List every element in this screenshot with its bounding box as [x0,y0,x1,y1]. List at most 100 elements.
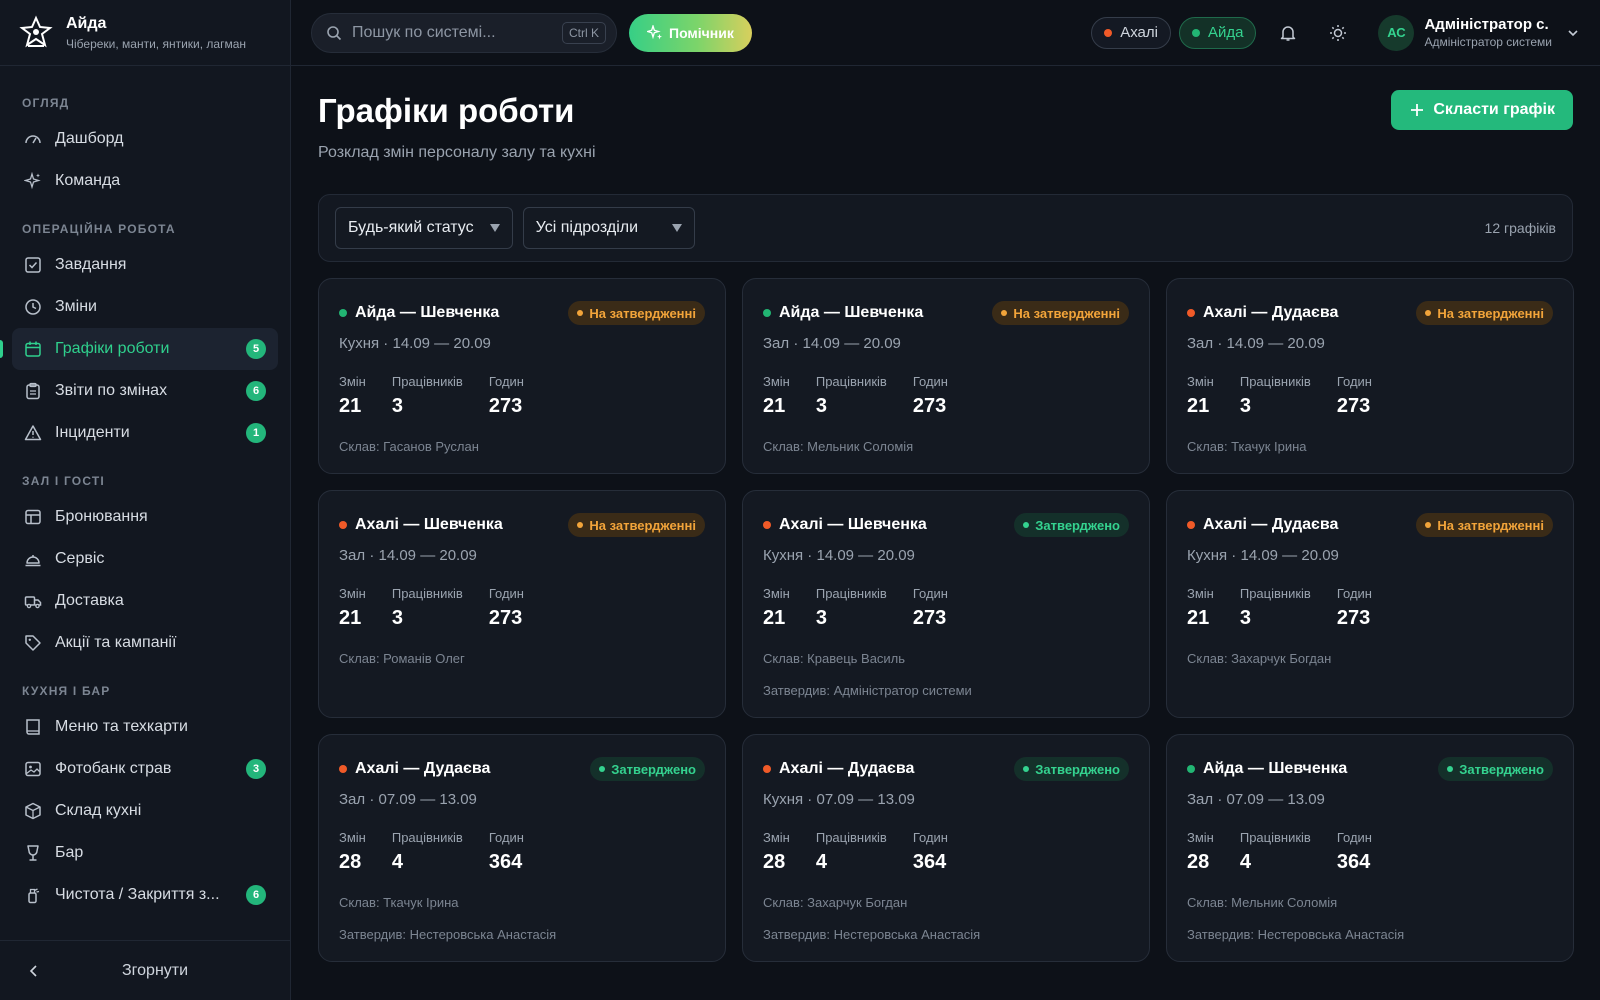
card-title-text: Айда — Шевченка [355,304,500,321]
sidebar-item-clipboard[interactable]: Звіти по змінах 6 [12,370,278,412]
stat-value: 21 [339,395,362,417]
sidebar-item-calendar[interactable]: Графіки роботи 5 [0,328,278,370]
search-input[interactable] [352,23,562,42]
stat-shifts: Змін 21 [1187,586,1214,630]
sidebar-item-label: Інциденти [55,424,130,441]
location-dot [339,309,347,317]
location-dot [1187,309,1195,317]
stat-shifts: Змін 28 [339,830,366,874]
stat-label: Змін [1187,586,1214,601]
card-header: Ахалі — Шевченка На затвердженні [339,513,705,537]
schedule-card[interactable]: Ахалі — Шевченка Затверджено Кухня · 14.09… [742,490,1150,718]
status-dot [599,766,606,772]
sidebar-item-tag[interactable]: Акції та кампанії [12,622,278,664]
card-stats: Змін 28 Працівників 4 Годин 364 [763,830,1129,874]
sparkle-icon [24,172,41,190]
schedule-card[interactable]: Ахалі — Шевченка На затвердженні Зал · 14.… [318,490,726,718]
schedule-card[interactable]: Ахалі — Дудаєва На затвердженні Кухня · 14… [1166,490,1574,718]
sidebar-item-label: Бронювання [55,508,148,525]
stat-label: Годин [488,586,524,601]
sidebar-item-truck[interactable]: Доставка [12,580,278,622]
card-stats: Змін 28 Працівників 4 Годин 364 [1187,830,1553,874]
sidebar-item-checkbox[interactable]: Завдання [12,244,278,286]
stat-value: 21 [339,607,362,629]
tag-icon [25,635,41,651]
sidebar-item-clock[interactable]: Зміни [12,286,278,328]
card-title-text: Ахалі — Дудаєва [1203,304,1339,321]
sidebar-item-label: Графіки роботи [55,340,170,357]
department-filter[interactable]: Усі підрозділи [522,207,696,249]
sidebar-item-label: Сервіс [55,550,105,567]
stat-label: Годин [488,374,524,389]
location-pill[interactable]: Айда [1178,16,1257,49]
schedule-card[interactable]: Ахалі — Дудаєва На затвердженні Зал · 14.0… [1166,278,1574,474]
status-badge: На затвердженні [992,301,1129,325]
schedule-card[interactable]: Айда — Шевченка На затвердженні Зал · 14.0… [742,278,1150,474]
card-title-text: Ахалі — Дудаєва [779,760,915,777]
search-box[interactable]: Ctrl K [311,12,617,53]
chevron-down-icon [1568,29,1578,36]
schedule-card[interactable]: Айда — Шевченка На затвердженні Кухня · 14… [318,278,726,474]
card-stats: Змін 28 Працівників 4 Годин 364 [339,830,705,874]
sidebar-item-sparkle[interactable]: Команда [12,160,278,202]
collapse-button[interactable]: Згорнути [0,940,290,1000]
bell-icon [1281,25,1296,41]
schedule-card[interactable]: Ахалі — Дудаєва Затверджено Зал · 07.09 — … [318,734,726,962]
stat-shifts: Змін 21 [763,374,790,418]
brand[interactable]: Айда Чібереки, манти, янтики, лагман [0,0,290,66]
sidebar-item-label: Зміни [55,298,97,315]
count-badge: 6 [246,381,266,401]
assistant-button[interactable]: Помічник [629,13,752,52]
schedule-card[interactable]: Айда — Шевченка Затверджено Зал · 07.09 — … [1166,734,1574,962]
stat-label: Змін [1187,830,1214,845]
card-stats: Змін 21 Працівників 3 Годин 273 [1187,374,1553,418]
book-icon [26,719,40,735]
stat-label: Працівників [1239,374,1311,389]
sidebar-item-label: Склад кухні [55,802,142,819]
card-stats: Змін 21 Працівників 3 Годин 273 [339,374,705,418]
sidebar-item-bell-service[interactable]: Сервіс [12,538,278,580]
stat-value: 3 [815,607,827,629]
stat-workers: Працівників 4 [1240,830,1311,874]
sidebar-item-box[interactable]: Склад кухні [12,790,278,832]
create-schedule-button[interactable]: Скласти графік [1391,90,1573,130]
card-meta: Кухня · 14.09 — 20.09 [763,547,915,564]
sidebar-item-gauge[interactable]: Дашборд [12,118,278,160]
user-menu[interactable]: АС Адміністратор с. Адміністратор систем… [1378,14,1580,51]
location-pill[interactable]: Ахалі [1091,16,1171,49]
sidebar-item-image[interactable]: Фотобанк страв 3 [12,748,278,790]
stat-shifts: Змін 28 [763,830,790,874]
stat-value: 364 [912,851,947,873]
card-title-text: Ахалі — Дудаєва [1203,516,1339,533]
notifications-button[interactable] [1270,15,1306,51]
card-stats: Змін 21 Працівників 3 Годин 273 [339,586,705,630]
status-filter[interactable]: Будь-який статус [335,207,513,249]
status-badge: Затверджено [1014,513,1129,537]
status-label: На затвердженні [1013,305,1120,321]
status-label: На затвердженні [589,517,696,533]
card-meta: Зал · 14.09 — 20.09 [339,547,477,564]
image-icon [25,761,41,777]
sidebar-item-glass[interactable]: Бар [12,832,278,874]
schedule-count: 12 графіків [1484,220,1556,236]
search-shortcut: Ctrl K [562,21,606,44]
sidebar-item-label: Дашборд [55,130,124,147]
card-header: Ахалі — Дудаєва Затверджено [763,757,1129,781]
sidebar-item-spray[interactable]: Чистота / Закриття з... 6 [12,874,278,916]
card-title-text: Айда — Шевченка [779,304,924,321]
card-title-text: Ахалі — Дудаєва [355,760,491,777]
sidebar-item-label: Фотобанк страв [55,760,172,777]
sidebar-item-table[interactable]: Бронювання [12,496,278,538]
stat-value: 364 [1336,851,1371,873]
schedule-card[interactable]: Ахалі — Дудаєва Затверджено Кухня · 07.09 … [742,734,1150,962]
stat-value: 21 [763,607,786,629]
sidebar-item-warning[interactable]: Інциденти 1 [12,412,278,454]
spray-icon [28,888,40,904]
status-label: Затверджено [1459,761,1544,777]
sidebar-item-book[interactable]: Меню та техкарти [12,706,278,748]
nav-section-title: ЗАЛ І ГОСТІ [22,474,105,488]
theme-toggle[interactable] [1320,15,1356,51]
caret-down-icon [489,224,500,232]
stat-label: Годин [912,586,948,601]
avatar: АС [1378,14,1415,51]
